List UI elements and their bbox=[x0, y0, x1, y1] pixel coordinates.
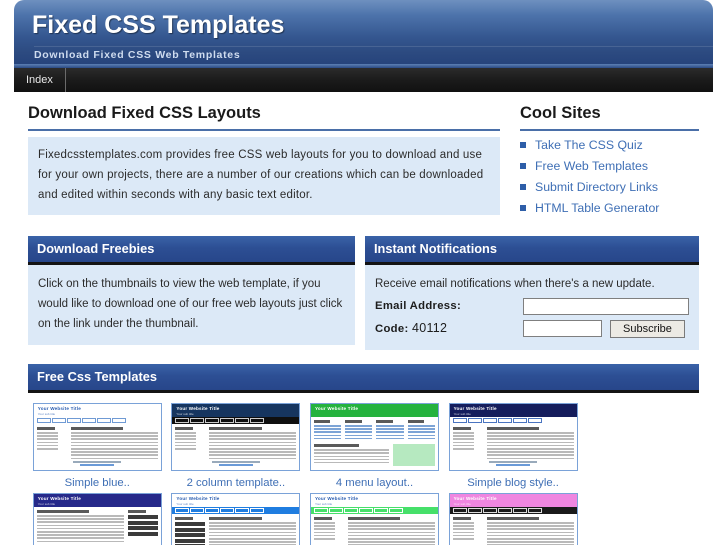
cool-site-link[interactable]: HTML Table Generator bbox=[535, 201, 659, 215]
notifications-heading: Instant Notifications bbox=[365, 236, 699, 265]
cool-site-link[interactable]: Submit Directory Links bbox=[535, 180, 658, 194]
nav-item-index[interactable]: Index bbox=[14, 68, 66, 92]
bullet-icon bbox=[520, 142, 526, 148]
template-cell: Your Website TitleYour sub titleBasic 2 … bbox=[305, 493, 444, 545]
template-thumbnail[interactable]: Your Website Title bbox=[309, 403, 439, 471]
template-thumbnail[interactable]: Your Website Title Your sub title bbox=[32, 493, 162, 545]
page-title: Download Fixed CSS Layouts bbox=[28, 104, 500, 131]
content-wrapper: Fixed CSS Templates Download Fixed CSS W… bbox=[14, 0, 713, 545]
subscribe-button[interactable]: Subscribe bbox=[610, 319, 685, 338]
template-cell: Your Website Title Your sub title Simple b… bbox=[28, 403, 167, 489]
list-item[interactable]: Submit Directory Links bbox=[520, 180, 699, 194]
download-freebies-panel: Download Freebies Click on the thumbnail… bbox=[28, 236, 355, 350]
page-root: Fixed CSS Templates Download Fixed CSS W… bbox=[0, 0, 727, 545]
site-header: Fixed CSS Templates Download Fixed CSS W… bbox=[14, 0, 713, 68]
code-input[interactable] bbox=[523, 320, 602, 337]
captcha-code: 40112 bbox=[411, 321, 448, 335]
intro-text: Fixedcsstemplates.com provides free CSS … bbox=[28, 137, 500, 215]
cool-sites-heading: Cool Sites bbox=[520, 104, 699, 131]
cool-sites-column: Cool Sites Take The CSS Quiz Free Web Te… bbox=[514, 92, 713, 222]
header-rule bbox=[34, 46, 713, 47]
templates-grid: Your Website Title Your sub title Simple b… bbox=[28, 403, 699, 545]
template-caption-link[interactable]: 4 menu layout.. bbox=[305, 477, 444, 489]
notifications-body: Receive email notifications when there's… bbox=[365, 265, 699, 350]
code-label-text: Code: bbox=[375, 323, 409, 335]
code-label: Code: 40112 bbox=[375, 318, 523, 339]
template-thumbnail[interactable]: Your Website Title Your sub title bbox=[171, 493, 301, 545]
email-row: Email Address: bbox=[375, 296, 689, 316]
cool-site-link[interactable]: Take The CSS Quiz bbox=[535, 138, 643, 152]
bullet-icon bbox=[520, 163, 526, 169]
bullet-icon bbox=[520, 205, 526, 211]
notifications-text: Receive email notifications when there's… bbox=[375, 278, 655, 290]
site-title: Fixed CSS Templates bbox=[32, 11, 285, 39]
template-caption-link[interactable]: Simple blue.. bbox=[28, 477, 167, 489]
template-thumbnail[interactable]: Your Website Title Your sub title bbox=[448, 403, 578, 471]
list-item[interactable]: Take The CSS Quiz bbox=[520, 138, 699, 152]
template-cell: Your Website TitleYour sub titleBasic we… bbox=[28, 493, 167, 545]
site-tagline: Download Fixed CSS Web Templates bbox=[34, 49, 241, 61]
panels-row: Download Freebies Click on the thumbnail… bbox=[14, 222, 713, 350]
email-label: Email Address: bbox=[375, 300, 462, 312]
template-thumbnail[interactable]: Your Website Title Your sub title bbox=[309, 493, 439, 545]
template-cell: Your Website Title 4 menu layout.. bbox=[305, 403, 444, 489]
free-templates-section: Free Css Templates Your Website Title You… bbox=[14, 350, 713, 545]
freebies-text: Click on the thumbnails to view the web … bbox=[28, 265, 355, 345]
template-caption-link[interactable]: 2 column template.. bbox=[167, 477, 306, 489]
template-cell: Your Website TitleYour sub title2 column… bbox=[444, 493, 583, 545]
bullet-icon bbox=[520, 184, 526, 190]
code-row: Code: 40112 Subscribe bbox=[375, 318, 689, 339]
template-thumbnail[interactable]: Your Website Title Your sub title bbox=[171, 403, 301, 471]
template-thumbnail[interactable]: Your Website Title Your sub title bbox=[32, 403, 162, 471]
template-caption-link[interactable]: Simple blog style.. bbox=[444, 477, 583, 489]
template-cell: Your Website TitleYour sub titleLeft men… bbox=[167, 493, 306, 545]
freebies-heading: Download Freebies bbox=[28, 236, 355, 265]
template-thumbnail[interactable]: Your Website Title Your sub title bbox=[448, 493, 578, 545]
list-item[interactable]: HTML Table Generator bbox=[520, 201, 699, 215]
cool-sites-list: Take The CSS Quiz Free Web Templates Sub… bbox=[520, 138, 699, 215]
top-row: Download Fixed CSS Layouts Fixedcsstempl… bbox=[14, 92, 713, 222]
email-field[interactable] bbox=[523, 297, 689, 315]
template-cell: Your Website TitleYour sub title 2 column… bbox=[167, 403, 306, 489]
cool-site-link[interactable]: Free Web Templates bbox=[535, 159, 648, 173]
template-cell: Your Website Title Your sub title Simple b… bbox=[444, 403, 583, 489]
intro-column: Download Fixed CSS Layouts Fixedcsstempl… bbox=[14, 92, 514, 222]
templates-heading: Free Css Templates bbox=[28, 364, 699, 393]
list-item[interactable]: Free Web Templates bbox=[520, 159, 699, 173]
main-navigation: Index bbox=[14, 68, 713, 92]
instant-notifications-panel: Instant Notifications Receive email noti… bbox=[365, 236, 699, 350]
